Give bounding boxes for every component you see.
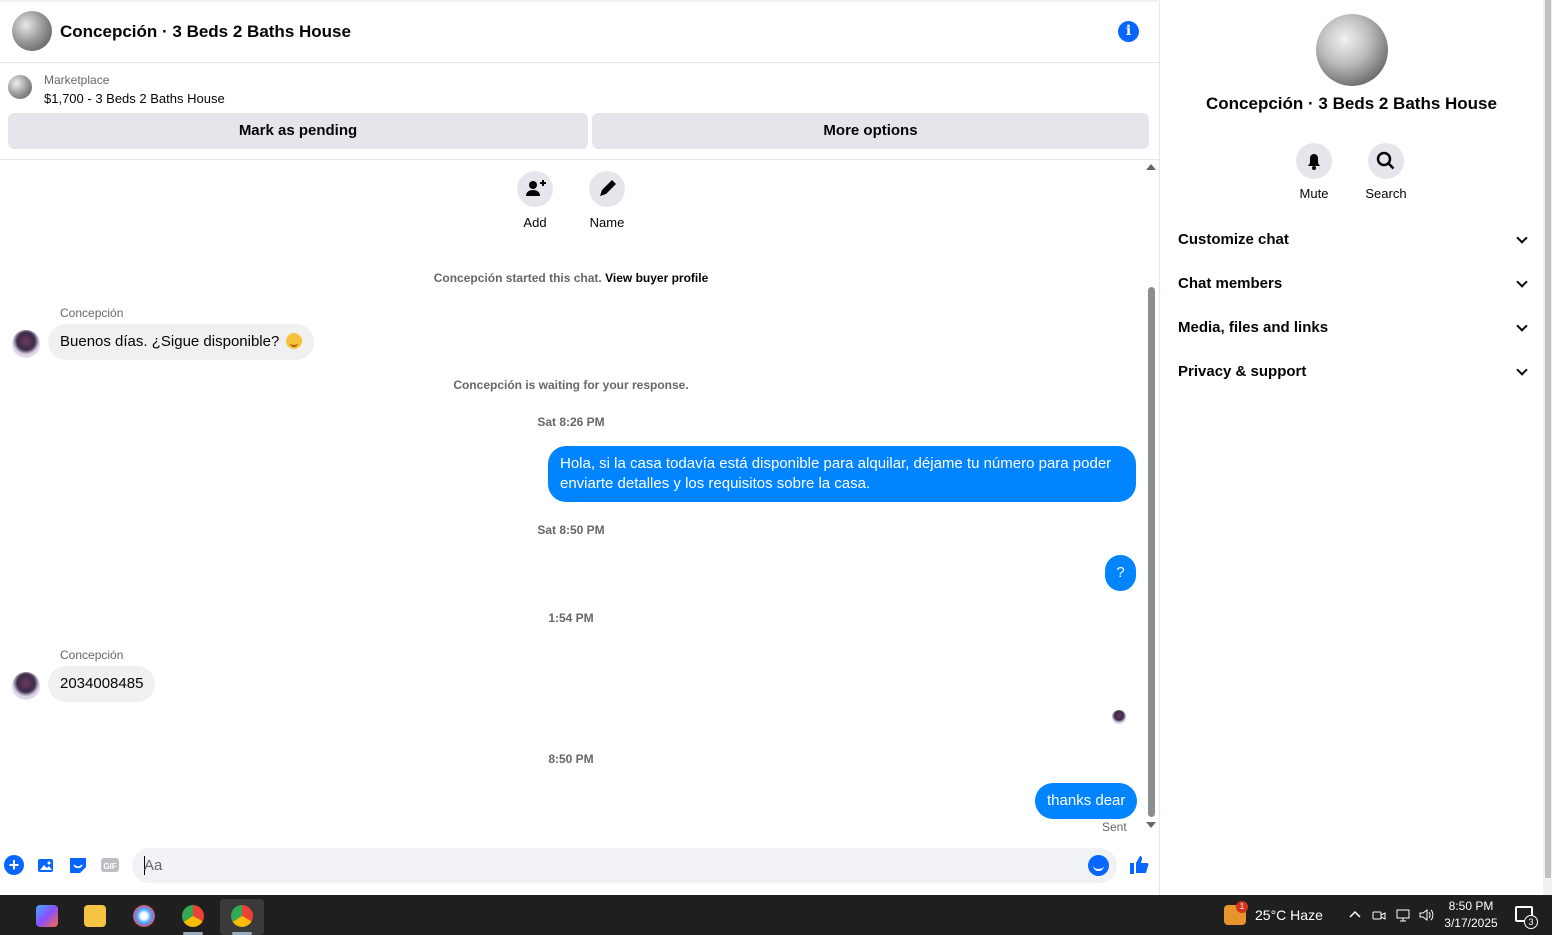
info-icon[interactable]: i: [1118, 21, 1139, 42]
smiling-face-emoji-icon: [285, 333, 302, 349]
name-action[interactable]: Name: [577, 171, 637, 230]
paint-icon: [133, 905, 155, 927]
search-icon: [1368, 143, 1404, 179]
row-label: Customize chat: [1178, 231, 1289, 248]
chrome-app[interactable]: [171, 899, 215, 935]
chevron-up-icon[interactable]: [1347, 907, 1363, 923]
copilot-icon: [36, 905, 58, 927]
message-input-placeholder: Aa: [144, 857, 163, 874]
gif-label: GIF: [103, 862, 116, 871]
chrome-icon: [182, 905, 204, 927]
timestamp: Sat 8:50 PM: [537, 523, 605, 537]
add-label: Add: [523, 215, 547, 230]
pencil-icon: [589, 171, 625, 207]
messenger-window: Concepción · 3 Beds 2 Baths House i Mark…: [0, 0, 1552, 895]
sender-name: Concepción: [60, 306, 124, 320]
add-people-action[interactable]: Add: [505, 171, 565, 230]
incoming-message[interactable]: Buenos días. ¿Sigue disponible?: [48, 324, 314, 360]
chat-started-text: Concepción started this chat.: [433, 271, 602, 285]
weather-alert-badge: 1: [1236, 901, 1248, 913]
gif-icon[interactable]: GIF: [100, 855, 120, 875]
chevron-down-icon: [1516, 276, 1528, 288]
timestamp: 1:54 PM: [548, 611, 594, 625]
chat-title[interactable]: Concepción · 3 Beds 2 Baths House: [60, 22, 351, 42]
mute-action[interactable]: Mute: [1284, 143, 1344, 201]
timestamp: 8:50 PM: [548, 752, 594, 766]
seen-indicator-avatar: [1112, 710, 1126, 724]
volume-icon[interactable]: [1418, 907, 1434, 923]
row-label: Privacy & support: [1178, 363, 1307, 380]
scroll-up-arrow-icon[interactable]: [1146, 164, 1156, 170]
sender-avatar[interactable]: [12, 330, 40, 358]
paint-app[interactable]: [122, 899, 166, 935]
more-options-button[interactable]: More options: [592, 113, 1149, 149]
row-label: Media, files and links: [1178, 319, 1329, 336]
timestamp: Sat 8:26 PM: [537, 415, 605, 429]
windows-taskbar: 1 25°C Haze 8:50 PM 3/17/2025 3: [0, 895, 1552, 935]
photo-icon[interactable]: [36, 855, 56, 875]
outgoing-message[interactable]: ?: [1105, 555, 1136, 591]
message-input[interactable]: Aa: [132, 848, 1117, 883]
sender-avatar[interactable]: [12, 672, 40, 700]
file-explorer-app[interactable]: [73, 899, 117, 935]
network-icon[interactable]: [1395, 907, 1411, 923]
chevron-down-icon: [1516, 232, 1528, 244]
listing-thumbnail[interactable]: [8, 75, 32, 99]
chat-avatar[interactable]: [12, 11, 52, 51]
name-label: Name: [589, 215, 625, 230]
message-composer: + GIF Aa: [0, 845, 1160, 885]
chevron-down-icon: [1516, 364, 1528, 376]
chat-header: Concepción · 3 Beds 2 Baths House i: [0, 0, 1160, 63]
message-feed: Add Name Concepción started this chat. V…: [0, 160, 1145, 840]
weather-text: 25°C Haze: [1255, 907, 1323, 923]
clock-date: 3/17/2025: [1444, 916, 1498, 930]
listing-title[interactable]: $1,700 - 3 Beds 2 Baths House: [44, 91, 225, 106]
copilot-app[interactable]: [25, 899, 69, 935]
outgoing-message[interactable]: thanks dear: [1035, 783, 1138, 819]
privacy-support-row[interactable]: Privacy & support: [1178, 352, 1528, 392]
bell-icon: [1296, 143, 1332, 179]
outgoing-message[interactable]: Hola, si la casa todavía está disponible…: [548, 446, 1136, 502]
marketplace-banner: Marketplace $1,700 - 3 Beds 2 Baths Hous…: [0, 63, 1160, 160]
customize-chat-row[interactable]: Customize chat: [1178, 220, 1528, 260]
search-action[interactable]: Search: [1356, 143, 1416, 201]
media-files-links-row[interactable]: Media, files and links: [1178, 308, 1528, 348]
weather-widget[interactable]: 1 25°C Haze: [1224, 901, 1334, 927]
chat-members-row[interactable]: Chat members: [1178, 264, 1528, 304]
sticker-icon[interactable]: [68, 855, 88, 875]
thumbs-up-icon[interactable]: [1128, 854, 1150, 876]
meet-icon[interactable]: [1371, 907, 1387, 923]
scroll-thumb[interactable]: [1148, 287, 1155, 817]
mark-as-pending-button[interactable]: Mark as pending: [8, 113, 588, 149]
sent-status: Sent: [1102, 820, 1127, 834]
system-clock[interactable]: 8:50 PM 3/17/2025: [1436, 898, 1506, 932]
plus-icon[interactable]: +: [4, 855, 24, 875]
chat-column: Concepción · 3 Beds 2 Baths House i Mark…: [0, 0, 1160, 895]
chrome-icon: [231, 905, 253, 927]
sender-name: Concepción: [60, 648, 124, 662]
feed-scrollbar[interactable]: [1146, 162, 1158, 832]
scroll-down-arrow-icon[interactable]: [1146, 822, 1156, 828]
add-person-icon: [517, 171, 553, 207]
search-label: Search: [1365, 186, 1407, 201]
chevron-down-icon: [1516, 320, 1528, 332]
chat-info-panel: Concepción · 3 Beds 2 Baths House Mute S…: [1161, 0, 1542, 895]
row-label: Chat members: [1178, 275, 1283, 292]
folder-icon: [84, 905, 106, 927]
waiting-notice: Concepción is waiting for your response.: [453, 378, 689, 392]
notification-count: 3: [1524, 915, 1538, 929]
window-scrollbar-thumb[interactable]: [1545, 0, 1551, 878]
emoji-icon[interactable]: [1088, 855, 1109, 876]
chat-started-notice: Concepción started this chat. View buyer…: [0, 271, 1142, 285]
panel-title: Concepción · 3 Beds 2 Baths House: [1206, 94, 1497, 113]
mute-label: Mute: [1299, 186, 1329, 201]
incoming-message[interactable]: 2034008485: [48, 666, 156, 702]
view-buyer-profile-link[interactable]: View buyer profile: [605, 271, 708, 285]
panel-avatar[interactable]: [1316, 14, 1388, 86]
clock-time: 8:50 PM: [1448, 899, 1494, 913]
marketplace-label: Marketplace: [44, 73, 110, 87]
message-text: Buenos días. ¿Sigue disponible?: [60, 333, 280, 350]
chrome-profile-app[interactable]: [220, 899, 264, 935]
